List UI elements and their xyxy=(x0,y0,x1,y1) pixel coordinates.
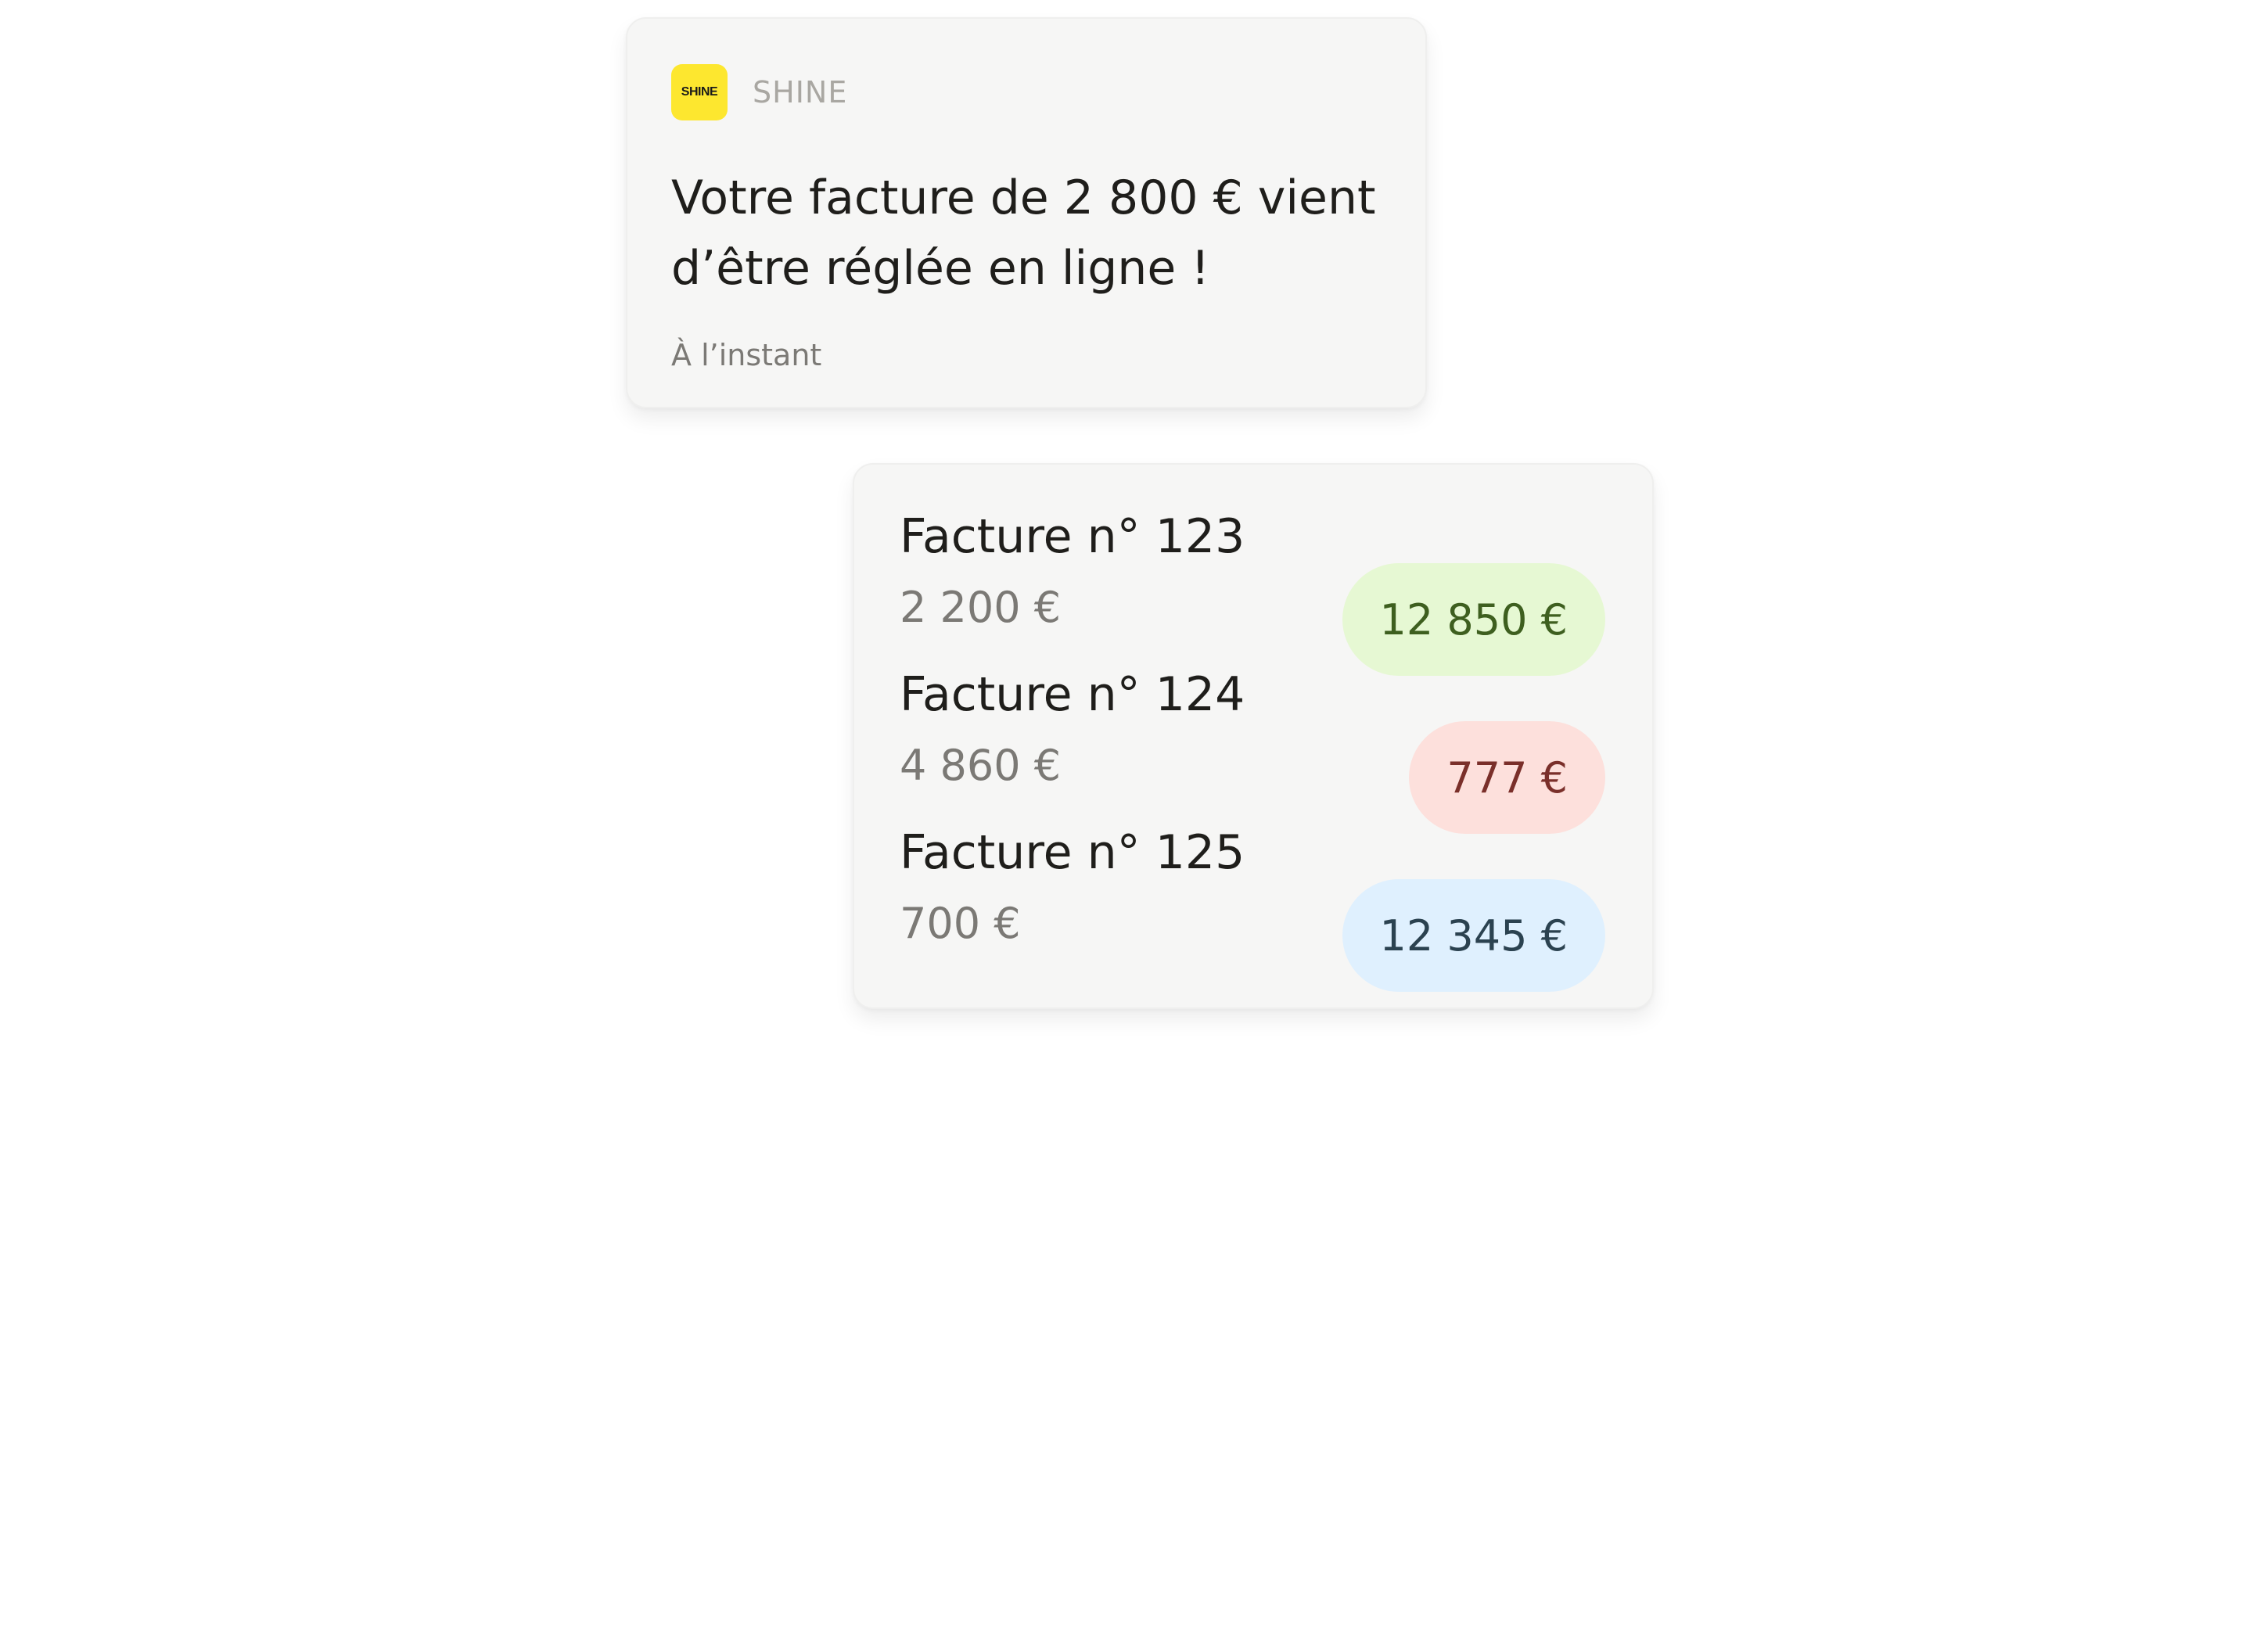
notification-header: SHINE SHINE xyxy=(671,64,847,120)
invoice-row[interactable]: Facture n° 123 2 200 € 12 850 € xyxy=(900,507,1605,676)
invoice-title: Facture n° 124 xyxy=(900,667,1245,722)
invoice-amount: 2 200 € xyxy=(900,583,1062,632)
invoice-amount: 4 860 € xyxy=(900,741,1062,790)
notification-card[interactable]: SHINE SHINE Votre facture de 2 800 € vie… xyxy=(626,17,1427,408)
invoices-card: Facture n° 123 2 200 € 12 850 € Facture … xyxy=(853,463,1654,1009)
invoice-total-badge: 777 € xyxy=(1409,721,1605,834)
shine-logo: SHINE xyxy=(671,64,728,120)
invoice-title: Facture n° 125 xyxy=(900,825,1245,880)
app-name: SHINE xyxy=(753,75,848,110)
notification-message: Votre facture de 2 800 € vient d’être ré… xyxy=(671,171,1376,296)
invoice-total-badge: 12 345 € xyxy=(1342,879,1605,992)
invoice-amount: 700 € xyxy=(900,899,1021,948)
invoice-row[interactable]: Facture n° 124 4 860 € 777 € xyxy=(900,665,1605,834)
invoice-row[interactable]: Facture n° 125 700 € 12 345 € xyxy=(900,823,1605,992)
invoice-title: Facture n° 123 xyxy=(900,509,1245,564)
notification-time: À l’instant xyxy=(671,338,822,372)
invoice-total-badge: 12 850 € xyxy=(1342,563,1605,676)
